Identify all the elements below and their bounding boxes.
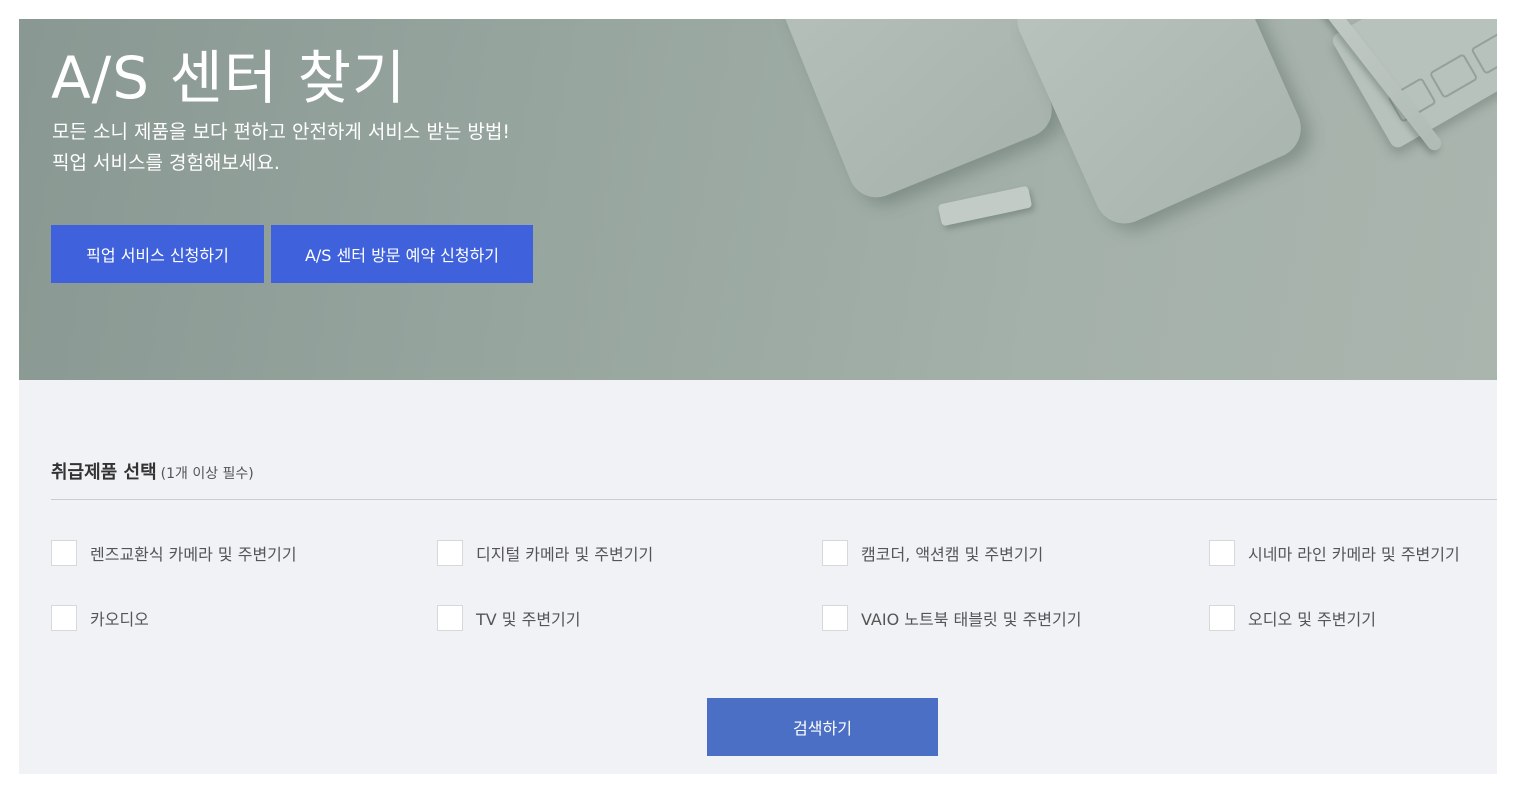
product-option-car-audio[interactable]: 카오디오 [51,605,149,631]
phone-image [772,19,1061,206]
search-button[interactable]: 검색하기 [707,698,938,756]
checkbox[interactable] [822,540,848,566]
checkbox[interactable] [1209,605,1235,631]
option-label: VAIO 노트북 태블릿 및 주변기기 [861,610,1082,629]
page-title: A/S 센터 찾기 [51,44,407,112]
checkbox[interactable] [51,540,77,566]
product-filter-heading: 취급제품 선택 (1개 이상 필수) [51,458,254,484]
product-filter-section: 취급제품 선택 (1개 이상 필수) 렌즈교환식 카메라 및 주변기기 디지털 카… [19,380,1497,774]
option-label: 디지털 카메라 및 주변기기 [476,545,654,564]
checkbox[interactable] [1209,540,1235,566]
product-option-vaio[interactable]: VAIO 노트북 태블릿 및 주변기기 [822,605,1081,631]
hero-description-line: 모든 소니 제품을 보다 편하고 안전하게 서비스 받는 방법! [52,121,510,143]
product-option-digital-camera[interactable]: 디지털 카메라 및 주변기기 [437,540,653,566]
center-visit-booking-button[interactable]: A/S 센터 방문 예약 신청하기 [271,225,533,283]
product-option-tv[interactable]: TV 및 주변기기 [437,605,581,631]
stylus-image [1303,19,1445,154]
product-option-audio[interactable]: 오디오 및 주변기기 [1209,605,1376,631]
product-option-cinema-line[interactable]: 시네마 라인 카메라 및 주변기기 [1209,540,1460,566]
checkbox[interactable] [51,605,77,631]
hero-banner: A/S 센터 찾기 모든 소니 제품을 보다 편하고 안전하게 서비스 받는 방… [19,19,1497,380]
keyboard-image [1329,19,1497,151]
phone-image [1007,19,1311,233]
divider [51,499,1497,500]
pickup-service-button[interactable]: 픽업 서비스 신청하기 [51,225,264,283]
option-label: 카오디오 [90,610,149,629]
option-label: 시네마 라인 카메라 및 주변기기 [1248,545,1460,564]
option-label: 캠코더, 액션캠 및 주변기기 [861,545,1044,564]
product-option-camcorder[interactable]: 캠코더, 액션캠 및 주변기기 [822,540,1043,566]
option-label: 오디오 및 주변기기 [1248,610,1376,629]
usb-adapter-image [937,185,1033,227]
checkbox[interactable] [437,605,463,631]
option-label: 렌즈교환식 카메라 및 주변기기 [90,545,297,564]
checkbox[interactable] [822,605,848,631]
checkbox[interactable] [437,540,463,566]
hero-description-line: 픽업 서비스를 경험해보세요. [52,152,280,174]
product-filter-title: 취급제품 선택 [51,462,157,483]
option-label: TV 및 주변기기 [476,610,581,629]
product-option-interchangeable-lens-camera[interactable]: 렌즈교환식 카메라 및 주변기기 [51,540,297,566]
hero-description: 모든 소니 제품을 보다 편하고 안전하게 서비스 받는 방법! 픽업 서비스를… [52,117,510,179]
required-note: (1개 이상 필수) [160,466,254,482]
